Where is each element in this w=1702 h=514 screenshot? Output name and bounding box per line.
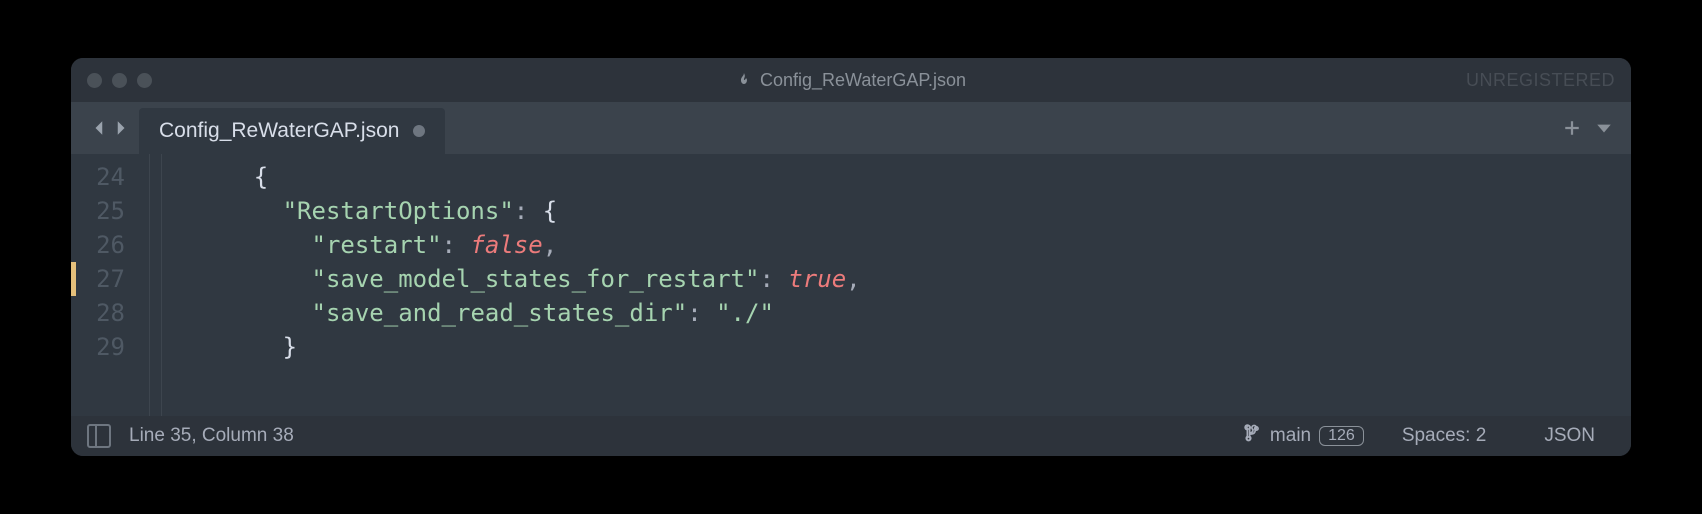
line-number-gutter: 24 25 26 27 28 29 [71,154,143,416]
cursor-position[interactable]: Line 35, Column 38 [129,425,294,447]
registration-status: UNREGISTERED [1466,70,1615,91]
line-number: 26 [71,228,125,262]
code-line: "save_and_read_states_dir": "./" [167,296,1631,330]
code-line: "RestartOptions": { [167,194,1631,228]
git-branch-icon [1244,424,1262,448]
indent-setting[interactable]: Spaces: 2 [1382,425,1507,447]
editor[interactable]: 24 25 26 27 28 29 { "RestartOptions": { … [71,154,1631,416]
json-key: "save_model_states_for_restart" [312,265,760,293]
sidebar-toggle-icon[interactable] [87,424,111,448]
window-title-text: Config_ReWaterGAP.json [760,70,966,91]
json-bool: true [788,265,846,293]
code-line: "restart": false, [167,228,1631,262]
modified-indicator-icon [413,125,425,137]
code-line: { [167,160,1631,194]
window-controls [87,73,152,88]
syntax-mode[interactable]: JSON [1524,425,1615,447]
status-bar: Line 35, Column 38 main 126 Spaces: 2 JS… [71,416,1631,456]
line-number: 27 [71,262,125,296]
brace: { [254,163,268,191]
dropdown-icon[interactable] [1595,119,1613,137]
close-window-button[interactable] [87,73,102,88]
code-line: "save_model_states_for_restart": true, [167,262,1631,296]
git-branch-name: main [1270,425,1311,447]
tab-bar: Config_ReWaterGAP.json [71,102,1631,154]
nav-back-icon[interactable] [91,119,109,137]
indent-guide [149,154,150,416]
json-string: "./" [716,299,774,327]
line-number: 24 [71,160,125,194]
new-tab-icon[interactable] [1563,119,1581,137]
brace: { [543,197,557,225]
maximize-window-button[interactable] [137,73,152,88]
line-number: 25 [71,194,125,228]
flame-icon [736,72,752,88]
git-changes-count: 126 [1319,426,1364,446]
code-content[interactable]: { "RestartOptions": { "restart": false, … [167,154,1631,416]
titlebar: Config_ReWaterGAP.json UNREGISTERED [71,58,1631,102]
fold-guides [143,154,167,416]
editor-area: 24 25 26 27 28 29 { "RestartOptions": { … [71,154,1631,416]
brace: } [283,333,297,361]
json-key: "restart" [312,231,442,259]
minimize-window-button[interactable] [112,73,127,88]
window-title: Config_ReWaterGAP.json [736,70,966,91]
nav-forward-icon[interactable] [111,119,129,137]
json-bool: false [470,231,542,259]
git-branch-section[interactable]: main 126 [1244,424,1364,448]
json-key: "RestartOptions" [283,197,514,225]
tab-nav [81,102,139,154]
json-key: "save_and_read_states_dir" [312,299,688,327]
tab-active[interactable]: Config_ReWaterGAP.json [139,108,445,154]
code-line: } [167,330,1631,364]
tab-label: Config_ReWaterGAP.json [159,119,399,143]
line-number: 28 [71,296,125,330]
tab-bar-actions [1563,102,1631,154]
indent-guide [161,154,162,416]
editor-window: Config_ReWaterGAP.json UNREGISTERED Conf… [71,58,1631,456]
line-number: 29 [71,330,125,364]
